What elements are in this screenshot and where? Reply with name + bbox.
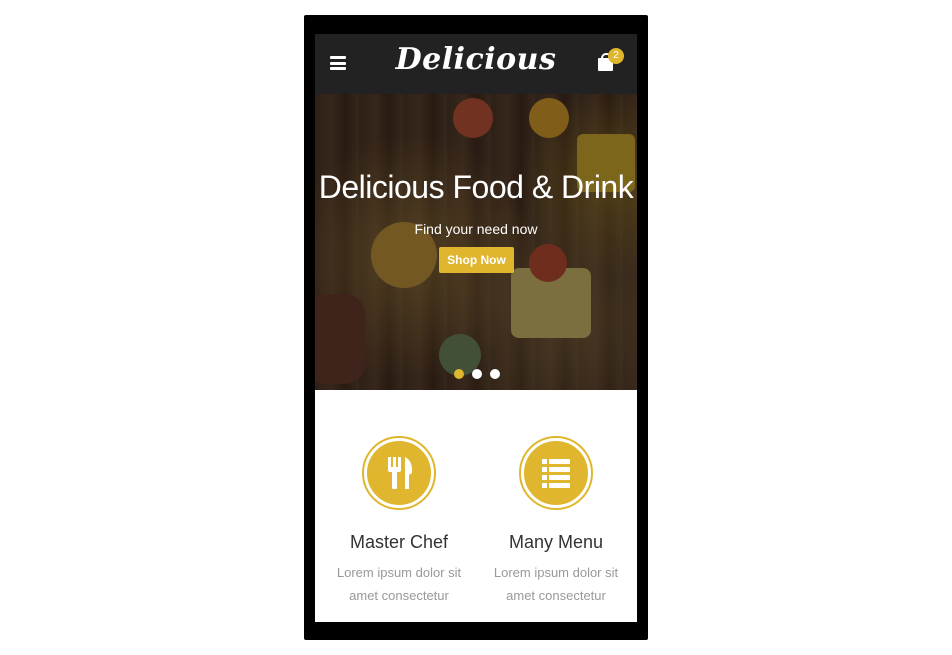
shop-now-button[interactable]: Shop Now <box>439 247 514 273</box>
menu-list-icon <box>519 436 593 510</box>
feature-master-chef: Master Chef Lorem ipsum dolor sit amet c… <box>319 436 479 607</box>
hero-slider[interactable]: Delicious Food & Drink Find your need no… <box>315 94 637 390</box>
logo[interactable]: Delicious <box>315 42 637 77</box>
cart-count-badge: 2 <box>608 48 624 64</box>
hero-overlay <box>315 94 637 390</box>
slider-dot-2[interactable] <box>472 369 482 379</box>
features-section: Master Chef Lorem ipsum dolor sit amet c… <box>315 390 637 622</box>
feature-many-menu: Many Menu Lorem ipsum dolor sit amet con… <box>476 436 636 607</box>
hero-title: Delicious Food & Drink <box>318 169 634 205</box>
slider-dot-1[interactable] <box>454 369 464 379</box>
top-bar: Delicious 2 <box>315 34 637 94</box>
slider-dot-3[interactable] <box>490 369 500 379</box>
feature-text: Lorem ipsum dolor sit amet consectetur <box>493 565 619 603</box>
cart-button[interactable]: 2 <box>598 48 628 78</box>
feature-text: Lorem ipsum dolor sit amet consectetur <box>336 565 462 603</box>
slider-dots <box>454 369 500 379</box>
app-screen: Delicious 2 Delicious Food & Drink Find … <box>315 34 637 622</box>
hero-subtitle: Find your need now <box>414 221 538 237</box>
feature-title: Many Menu <box>508 532 604 552</box>
fork-knife-icon <box>362 436 436 510</box>
feature-title: Master Chef <box>349 532 449 552</box>
